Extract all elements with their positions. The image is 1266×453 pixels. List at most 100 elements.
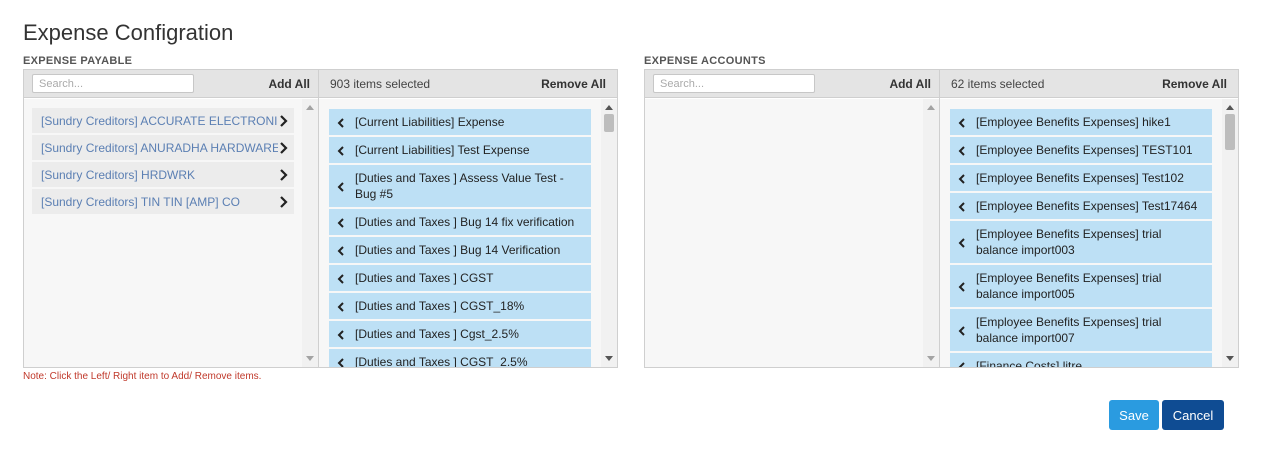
expense-payable-selected-pane: 903 items selected Remove All [Current L… xyxy=(319,70,617,367)
chevron-left-icon[interactable] xyxy=(957,236,967,248)
list-item-label: [Employee Benefits Expenses] Test17464 xyxy=(976,199,1198,213)
chevron-left-icon[interactable] xyxy=(957,144,967,156)
expense-payable-search-input[interactable] xyxy=(32,74,194,93)
scroll-up-arrow-icon[interactable] xyxy=(1226,105,1234,110)
selected-list-item[interactable]: [Current Liabilities] Test Expense xyxy=(329,137,591,163)
chevron-left-icon[interactable] xyxy=(336,116,346,128)
chevron-left-icon[interactable] xyxy=(336,180,346,192)
available-pane-header: Add All xyxy=(24,70,318,98)
expense-accounts-selected-pane: 62 items selected Remove All [Employee B… xyxy=(940,70,1238,367)
list-item-label: [Employee Benefits Expenses] TEST101 xyxy=(976,143,1193,157)
chevron-left-icon[interactable] xyxy=(336,216,346,228)
chevron-right-icon[interactable] xyxy=(278,168,288,182)
list-item-label: [Duties and Taxes ] CGST xyxy=(355,271,494,285)
list-item-label: [Employee Benefits Expenses] trial balan… xyxy=(976,227,1162,257)
available-pane-body: [Sundry Creditors] ACCURATE ELECTRONICS [… xyxy=(24,99,318,367)
available-list-item[interactable]: [Sundry Creditors] HRDWRK xyxy=(32,162,294,187)
expense-accounts-search-input[interactable] xyxy=(653,74,815,93)
scroll-down-arrow-icon[interactable] xyxy=(927,356,935,361)
selected-list-item[interactable]: [Duties and Taxes ] CGST_2.5% xyxy=(329,349,591,367)
expense-payable-available-pane: Add All [Sundry Creditors] ACCURATE ELEC… xyxy=(24,70,319,367)
available-scrollbar[interactable] xyxy=(923,99,939,367)
expense-payable-selected-list: [Current Liabilities] Expense [Current Li… xyxy=(329,109,591,367)
list-item-label: [Employee Benefits Expenses] hike1 xyxy=(976,115,1171,129)
selected-scrollbar[interactable] xyxy=(601,99,617,367)
available-list-item[interactable]: [Sundry Creditors] TIN TIN [AMP] CO xyxy=(32,189,294,214)
chevron-right-icon[interactable] xyxy=(278,195,288,209)
scroll-down-arrow-icon[interactable] xyxy=(306,356,314,361)
list-item-label: [Sundry Creditors] ACCURATE ELECTRONICS xyxy=(41,113,278,128)
expense-accounts-available-pane: Add All xyxy=(645,70,940,367)
scroll-up-arrow-icon[interactable] xyxy=(306,105,314,110)
chevron-left-icon[interactable] xyxy=(336,356,346,367)
selected-list-item[interactable]: [Employee Benefits Expenses] TEST101 xyxy=(950,137,1212,163)
expense-payable-section: EXPENSE PAYABLE Add All [Sundry Creditor… xyxy=(23,55,618,368)
scrollbar-thumb[interactable] xyxy=(1225,114,1235,150)
chevron-left-icon[interactable] xyxy=(336,328,346,340)
selected-list-item[interactable]: [Duties and Taxes ] CGST_18% xyxy=(329,293,591,319)
cancel-button[interactable]: Cancel xyxy=(1162,400,1224,430)
expense-accounts-selected-list: [Employee Benefits Expenses] hike1 [Emplo… xyxy=(950,109,1212,367)
instruction-note: Note: Click the Left/ Right item to Add/… xyxy=(23,371,262,382)
selected-list-item[interactable]: [Employee Benefits Expenses] hike1 xyxy=(950,109,1212,135)
expense-payable-remove-all-button[interactable]: Remove All xyxy=(541,77,609,91)
available-list-item[interactable]: [Sundry Creditors] ACCURATE ELECTRONICS xyxy=(32,108,294,133)
selected-list-item[interactable]: [Duties and Taxes ] Assess Value Test - … xyxy=(329,165,591,207)
chevron-left-icon[interactable] xyxy=(957,200,967,212)
selected-pane-header: 903 items selected Remove All xyxy=(319,70,617,98)
list-item-label: [Sundry Creditors] HRDWRK xyxy=(41,167,196,182)
list-item-label: [Duties and Taxes ] CGST_18% xyxy=(355,299,525,313)
list-item-label: [Finance Costs] litre xyxy=(976,359,1083,367)
scroll-up-arrow-icon[interactable] xyxy=(605,105,613,110)
selected-list-item[interactable]: [Duties and Taxes ] Bug 14 fix verificat… xyxy=(329,209,591,235)
expense-accounts-dual-list: Add All 62 items selected Remove All [Em… xyxy=(644,69,1239,368)
expense-payable-dual-list: Add All [Sundry Creditors] ACCURATE ELEC… xyxy=(23,69,618,368)
expense-payable-label: EXPENSE PAYABLE xyxy=(23,55,133,67)
scroll-down-arrow-icon[interactable] xyxy=(1226,356,1234,361)
chevron-left-icon[interactable] xyxy=(957,324,967,336)
expense-payable-add-all-button[interactable]: Add All xyxy=(268,77,310,91)
expense-accounts-section: EXPENSE ACCOUNTS Add All 62 items select… xyxy=(644,55,1239,368)
list-item-label: [Current Liabilities] Test Expense xyxy=(355,143,530,157)
scroll-up-arrow-icon[interactable] xyxy=(927,105,935,110)
list-item-label: [Current Liabilities] Expense xyxy=(355,115,505,129)
chevron-left-icon[interactable] xyxy=(336,244,346,256)
selected-list-item[interactable]: [Employee Benefits Expenses] Test17464 xyxy=(950,193,1212,219)
selected-list-item[interactable]: [Duties and Taxes ] Bug 14 Verification xyxy=(329,237,591,263)
expense-accounts-label: EXPENSE ACCOUNTS xyxy=(644,55,766,67)
list-item-label: [Employee Benefits Expenses] trial balan… xyxy=(976,315,1162,345)
chevron-right-icon[interactable] xyxy=(278,114,288,128)
chevron-left-icon[interactable] xyxy=(336,300,346,312)
selected-list-item[interactable]: [Duties and Taxes ] CGST xyxy=(329,265,591,291)
chevron-left-icon[interactable] xyxy=(336,272,346,284)
selected-scrollbar[interactable] xyxy=(1222,99,1238,367)
expense-accounts-add-all-button[interactable]: Add All xyxy=(889,77,931,91)
expense-accounts-remove-all-button[interactable]: Remove All xyxy=(1162,77,1230,91)
selected-list-item[interactable]: [Duties and Taxes ] Cgst_2.5% xyxy=(329,321,591,347)
list-item-label: [Sundry Creditors] ANURADHA HARDWARES xyxy=(41,140,278,155)
chevron-left-icon[interactable] xyxy=(957,172,967,184)
scroll-down-arrow-icon[interactable] xyxy=(605,356,613,361)
list-item-label: [Duties and Taxes ] Bug 14 fix verificat… xyxy=(355,215,575,229)
selected-list-item[interactable]: [Employee Benefits Expenses] trial balan… xyxy=(950,221,1212,263)
chevron-left-icon[interactable] xyxy=(957,360,967,367)
save-button[interactable]: Save xyxy=(1109,400,1159,430)
chevron-left-icon[interactable] xyxy=(336,144,346,156)
selected-list-item[interactable]: [Employee Benefits Expenses] trial balan… xyxy=(950,265,1212,307)
chevron-right-icon[interactable] xyxy=(278,141,288,155)
page-title: Expense Configration xyxy=(23,20,234,45)
available-scrollbar[interactable] xyxy=(302,99,318,367)
scrollbar-thumb[interactable] xyxy=(604,114,614,132)
selected-pane-body: [Current Liabilities] Expense [Current Li… xyxy=(319,99,617,367)
selected-list-item[interactable]: [Current Liabilities] Expense xyxy=(329,109,591,135)
selected-list-item[interactable]: [Employee Benefits Expenses] trial balan… xyxy=(950,309,1212,351)
list-item-label: [Employee Benefits Expenses] trial balan… xyxy=(976,271,1162,301)
selected-list-item[interactable]: [Finance Costs] litre xyxy=(950,353,1212,367)
list-item-label: [Sundry Creditors] TIN TIN [AMP] CO xyxy=(41,194,240,209)
expense-accounts-selected-count: 62 items selected xyxy=(951,76,1045,91)
available-list-item[interactable]: [Sundry Creditors] ANURADHA HARDWARES xyxy=(32,135,294,160)
available-pane-header: Add All xyxy=(645,70,939,98)
chevron-left-icon[interactable] xyxy=(957,116,967,128)
selected-list-item[interactable]: [Employee Benefits Expenses] Test102 xyxy=(950,165,1212,191)
chevron-left-icon[interactable] xyxy=(957,280,967,292)
